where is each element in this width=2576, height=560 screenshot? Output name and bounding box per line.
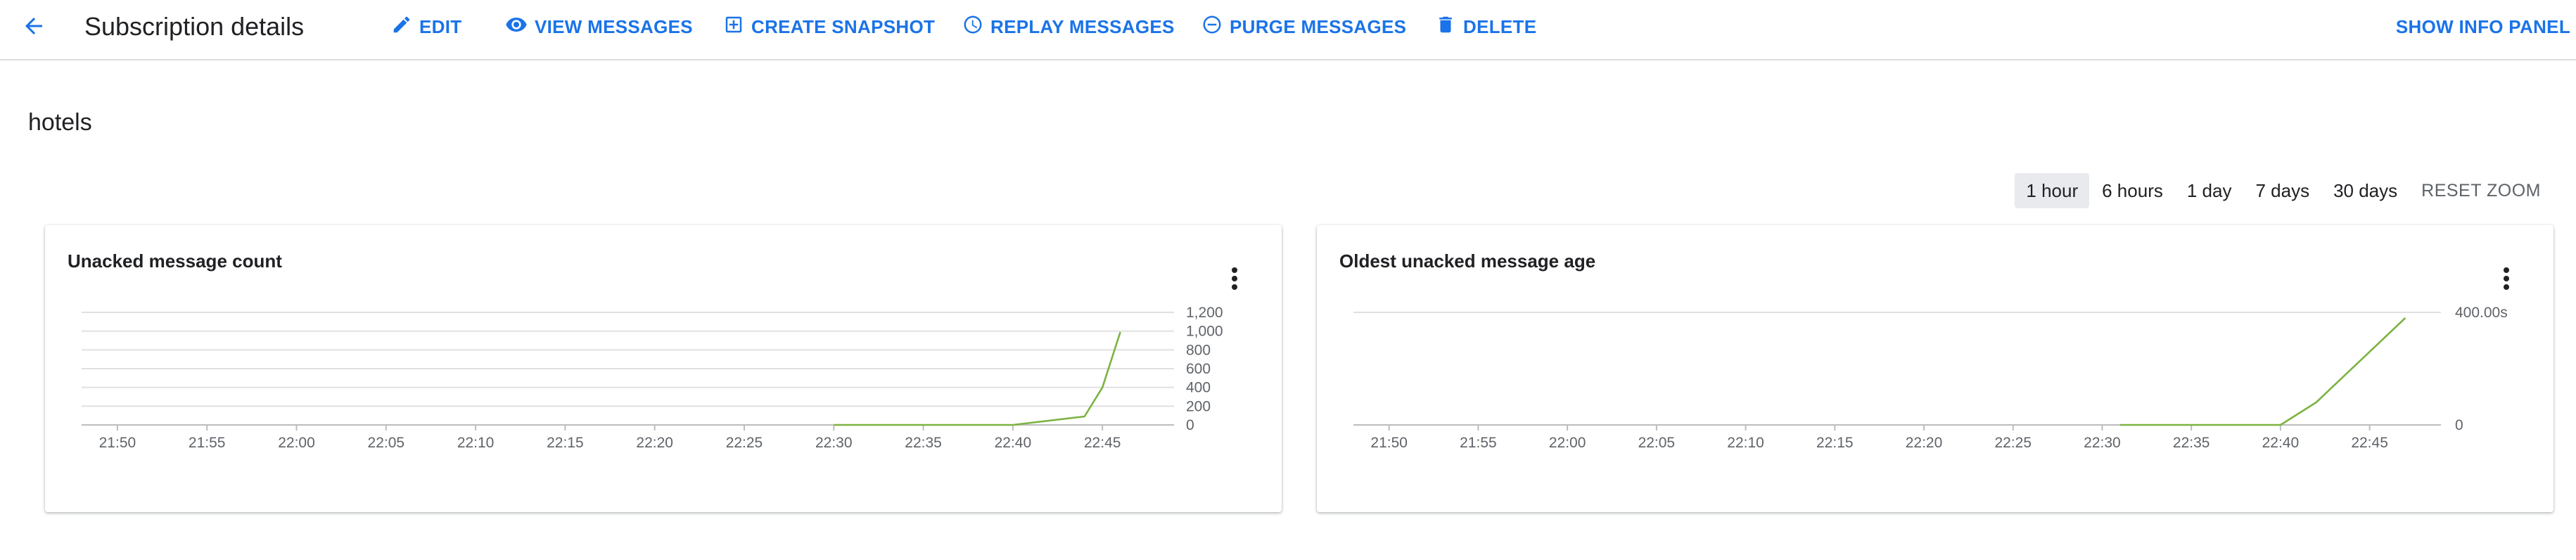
back-button[interactable]: [15, 13, 52, 42]
unacked-message-count-chart: 0 200 400 600 800 1,000 1,200 21:50 21:55 22:00 22…: [82, 305, 1223, 451]
clock-icon: [962, 14, 983, 40]
x-tick-label: 22:25: [1994, 435, 2032, 451]
show-info-panel-button[interactable]: SHOW INFO PANEL: [2396, 13, 2570, 41]
x-tick-label: 22:25: [726, 435, 763, 451]
replay-messages-label: REPLAY MESSAGES: [990, 15, 1175, 37]
y-tick-label: 1,200: [1186, 305, 1223, 321]
page-title: Subscription details: [84, 12, 305, 41]
edit-button[interactable]: EDIT: [391, 13, 461, 41]
replay-messages-button[interactable]: REPLAY MESSAGES: [962, 13, 1175, 41]
time-range-30-days[interactable]: 30 days: [2322, 173, 2409, 208]
top-toolbar: Subscription details EDIT VIEW MESSAGES …: [0, 0, 2576, 61]
x-tick-label: 22:05: [368, 435, 405, 451]
y-tick-label: 600: [1186, 361, 1211, 377]
x-tick-label: 22:00: [278, 435, 315, 451]
minus-circle-icon: [1201, 14, 1223, 40]
x-tick-label: 22:35: [2173, 435, 2210, 451]
x-tick-label: 22:10: [457, 435, 495, 451]
x-tick-label: 22:30: [2084, 435, 2121, 451]
x-tick-label: 22:40: [2262, 435, 2300, 451]
delete-button[interactable]: DELETE: [1435, 13, 1536, 41]
y-tick-label: 800: [1186, 342, 1211, 358]
time-range-selector: 1 hour 6 hours 1 day 7 days 30 days RESE…: [2015, 173, 2552, 208]
x-tick-label: 22:15: [547, 435, 584, 451]
reset-zoom-button[interactable]: RESET ZOOM: [2410, 173, 2552, 208]
x-tick-label: 21:55: [1460, 435, 1497, 451]
y-tick-label: 0: [2455, 417, 2463, 433]
time-range-7-days[interactable]: 7 days: [2244, 173, 2321, 208]
purge-messages-label: PURGE MESSAGES: [1230, 15, 1407, 37]
view-messages-button[interactable]: VIEW MESSAGES: [505, 13, 693, 41]
create-snapshot-label: CREATE SNAPSHOT: [751, 15, 936, 37]
delete-label: DELETE: [1463, 15, 1537, 37]
x-tick-label: 22:10: [1727, 435, 1764, 451]
pencil-icon: [391, 14, 412, 40]
y-tick-label: 400.00s: [2455, 305, 2508, 321]
x-tick-label: 22:20: [636, 435, 673, 451]
series-line: [2119, 317, 2406, 426]
y-tick-label: 1,000: [1186, 324, 1223, 340]
show-info-panel-label: SHOW INFO PANEL: [2395, 15, 2570, 37]
x-tick-label: 22:00: [1549, 435, 1586, 451]
oldest-unacked-message-age-chart: 0 400.00s 21:50 21:55 22:00 22:05 22:10 22:15 22…: [1353, 305, 2508, 451]
add-box-icon: [723, 14, 744, 40]
time-range-6-hours[interactable]: 6 hours: [2091, 173, 2174, 208]
subscription-name: hotels: [28, 109, 92, 136]
x-tick-label: 22:15: [1816, 435, 1854, 451]
arrow-back-icon: [21, 13, 46, 42]
x-tick-label: 22:20: [1906, 435, 1943, 451]
x-tick-label: 21:50: [99, 435, 136, 451]
x-tick-label: 22:30: [815, 435, 853, 451]
x-tick-label: 22:35: [905, 435, 942, 451]
time-range-1-hour[interactable]: 1 hour: [2015, 173, 2090, 208]
view-messages-label: VIEW MESSAGES: [535, 15, 693, 37]
x-tick-label: 22:40: [995, 435, 1032, 451]
purge-messages-button[interactable]: PURGE MESSAGES: [1201, 13, 1406, 41]
trash-icon: [1435, 14, 1456, 40]
y-tick-label: 200: [1186, 398, 1211, 414]
x-tick-label: 22:45: [2351, 435, 2388, 451]
unacked-message-count-card: Unacked message count 0 200 400 600 800 1,000…: [45, 225, 1282, 512]
oldest-unacked-message-age-card: Oldest unacked message age 0 400.00s 21:50…: [1317, 225, 2553, 512]
x-tick-label: 21:55: [189, 435, 226, 451]
edit-label: EDIT: [419, 15, 462, 37]
time-range-1-day[interactable]: 1 day: [2176, 173, 2243, 208]
x-tick-label: 21:50: [1370, 435, 1408, 451]
x-tick-label: 22:45: [1084, 435, 1121, 451]
series-line: [834, 331, 1121, 426]
x-tick-label: 22:05: [1638, 435, 1676, 451]
y-tick-label: 400: [1186, 380, 1211, 396]
eye-icon: [505, 13, 528, 41]
y-tick-label: 0: [1186, 417, 1194, 433]
create-snapshot-button[interactable]: CREATE SNAPSHOT: [723, 13, 935, 41]
